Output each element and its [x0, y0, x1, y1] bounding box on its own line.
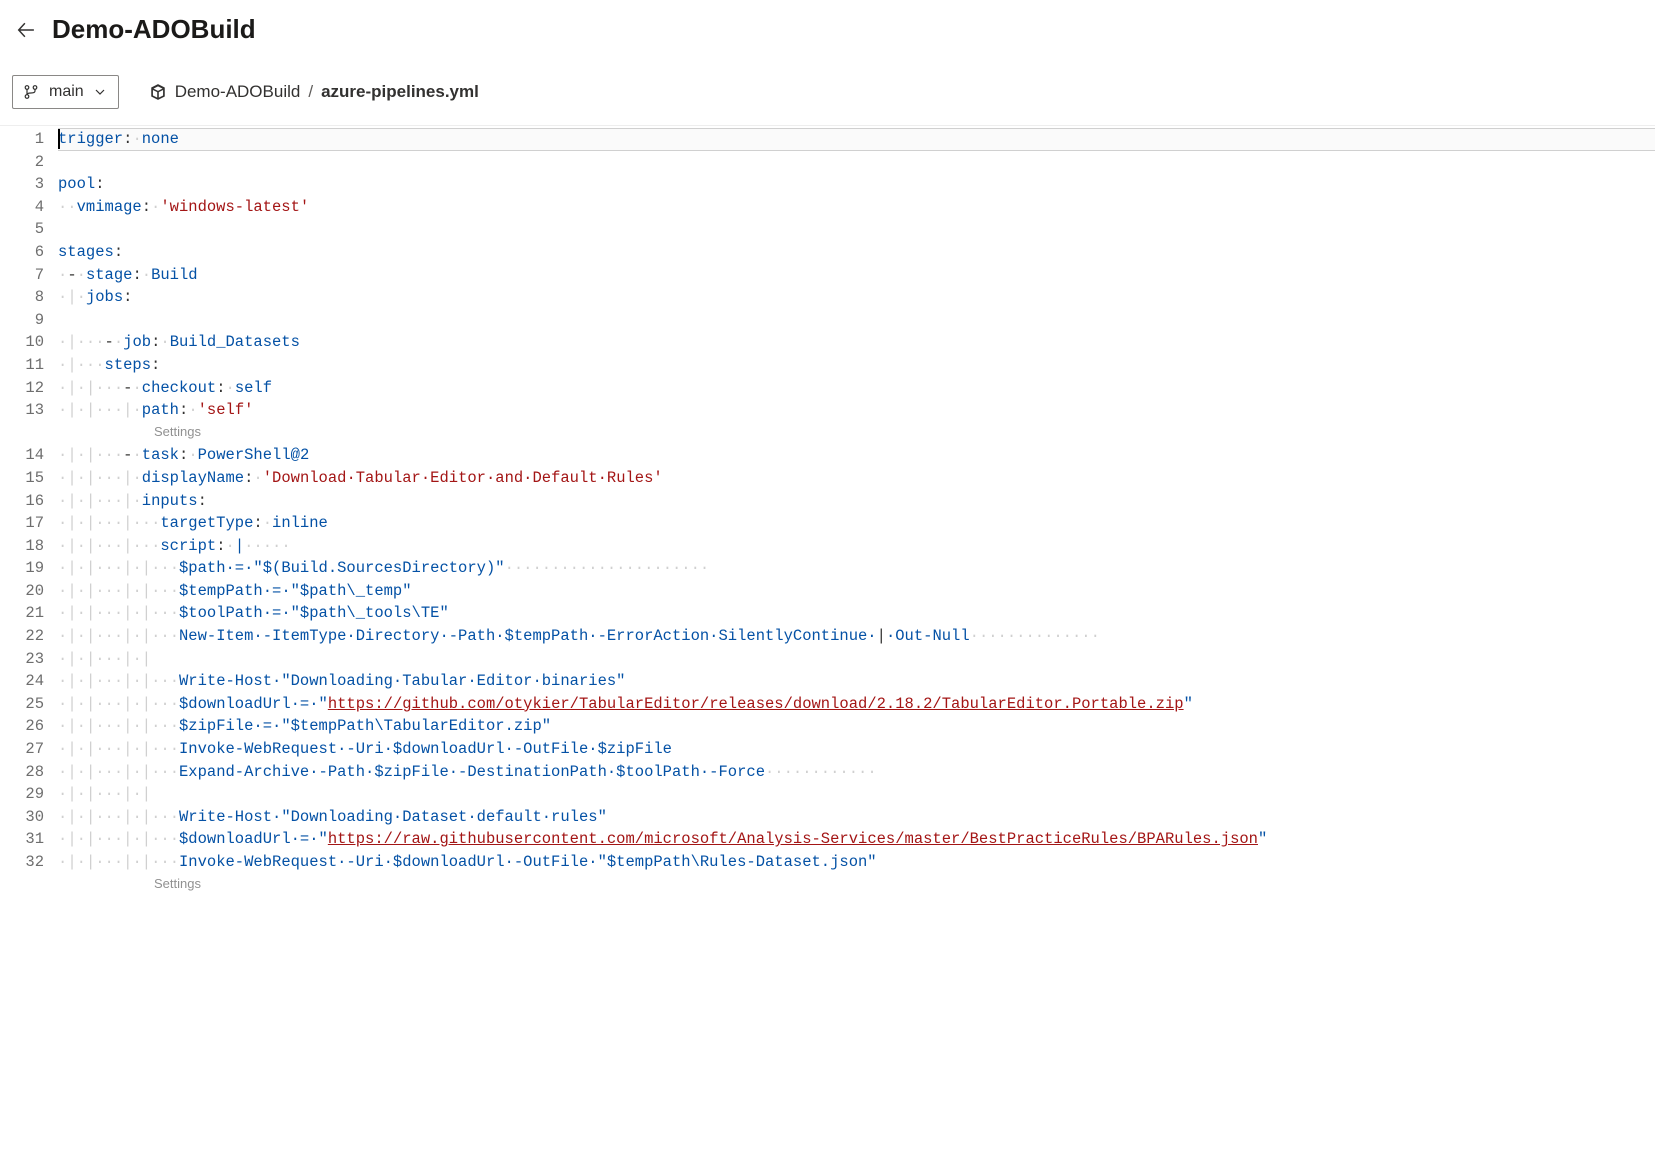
breadcrumb-separator: /	[308, 82, 313, 102]
line-number: 14	[0, 444, 44, 467]
code-line[interactable]: ·|·|···|·|	[58, 783, 1655, 806]
line-number: 3	[0, 173, 44, 196]
line-number: 26	[0, 715, 44, 738]
line-number: 15	[0, 467, 44, 490]
code-line[interactable]: ·|·|···|·|···Invoke-WebRequest·-Uri·$dow…	[58, 738, 1655, 761]
chevron-down-icon	[94, 86, 106, 98]
repo-icon	[149, 83, 167, 101]
line-number: 4	[0, 196, 44, 219]
line-number-gutter: 1234567891011121314151617181920212223242…	[0, 126, 58, 896]
code-line[interactable]: ·|·|···-·task:·PowerShell@2	[58, 444, 1655, 467]
line-number: 27	[0, 738, 44, 761]
code-editor[interactable]: 1234567891011121314151617181920212223242…	[0, 126, 1655, 896]
code-line[interactable]	[58, 218, 1655, 241]
code-line[interactable]: ··vmimage:·'windows-latest'	[58, 196, 1655, 219]
branch-icon	[23, 84, 39, 100]
code-line[interactable]: ·|·|···|···script:·|·····	[58, 535, 1655, 558]
code-line[interactable]: ·|·|···|·|···$path·=·"$(Build.SourcesDir…	[58, 557, 1655, 580]
code-line[interactable]: ·|·|···|·|···$tempPath·=·"$path\_temp"	[58, 580, 1655, 603]
back-button[interactable]	[14, 18, 38, 42]
line-number: 1	[0, 128, 44, 151]
text-cursor	[58, 129, 60, 149]
code-line[interactable]: ·|···steps:	[58, 354, 1655, 377]
page-title: Demo-ADOBuild	[52, 14, 256, 45]
line-number: 6	[0, 241, 44, 264]
breadcrumb-file: azure-pipelines.yml	[321, 82, 479, 102]
code-line[interactable]: ·|···-·job:·Build_Datasets	[58, 331, 1655, 354]
code-line[interactable]	[58, 309, 1655, 332]
code-line[interactable]: ·|·|···|·|···Expand-Archive·-Path·$zipFi…	[58, 761, 1655, 784]
line-number: 32	[0, 851, 44, 874]
line-number: 11	[0, 354, 44, 377]
line-number: 17	[0, 512, 44, 535]
branch-selector[interactable]: main	[12, 75, 119, 109]
line-number: 19	[0, 557, 44, 580]
code-line[interactable]: ·|·|···|·inputs:	[58, 490, 1655, 513]
branch-name: main	[49, 83, 84, 101]
code-line[interactable]: ·|·|···|·|···$zipFile·=·"$tempPath\Tabul…	[58, 715, 1655, 738]
code-line[interactable]: ·|·|···|·displayName:·'Download·Tabular·…	[58, 467, 1655, 490]
code-line[interactable]: ·|·|···|·|	[58, 648, 1655, 671]
line-number: 13	[0, 399, 44, 422]
code-line[interactable]: ·|·|···-·checkout:·self	[58, 377, 1655, 400]
line-number: 31	[0, 828, 44, 851]
line-number: 22	[0, 625, 44, 648]
code-line[interactable]: ·|·|···|·|···$downloadUrl·=·"https://git…	[58, 693, 1655, 716]
line-number: 24	[0, 670, 44, 693]
toolbar: main Demo-ADOBuild / azure-pipelines.yml	[0, 59, 1655, 126]
line-number: 28	[0, 761, 44, 784]
breadcrumb-repo[interactable]: Demo-ADOBuild	[175, 82, 301, 102]
line-number: 23	[0, 648, 44, 671]
line-number: 30	[0, 806, 44, 829]
code-line[interactable]	[58, 151, 1655, 174]
line-number: 10	[0, 331, 44, 354]
line-number: 21	[0, 602, 44, 625]
code-line[interactable]: ·|·|···|·|···$toolPath·=·"$path\_tools\T…	[58, 602, 1655, 625]
code-line[interactable]: ·|·|···|·|···$downloadUrl·=·"https://raw…	[58, 828, 1655, 851]
line-number: 9	[0, 309, 44, 332]
code-line[interactable]: trigger:·none	[58, 128, 1655, 151]
line-number: 16	[0, 490, 44, 513]
line-number: 25	[0, 693, 44, 716]
arrow-left-icon	[17, 21, 35, 39]
page-header: Demo-ADOBuild	[0, 0, 1655, 59]
line-number: 5	[0, 218, 44, 241]
line-number: 7	[0, 264, 44, 287]
code-line[interactable]: ·|·|···|·|···Write-Host·"Downloading·Tab…	[58, 670, 1655, 693]
code-line[interactable]: ·-·stage:·Build	[58, 264, 1655, 287]
code-line[interactable]: ·|·|···|···targetType:·inline	[58, 512, 1655, 535]
code-area[interactable]: trigger:·none pool:··vmimage:·'windows-la…	[58, 126, 1655, 896]
code-line[interactable]: ·|·jobs:	[58, 286, 1655, 309]
line-number: 8	[0, 286, 44, 309]
code-line[interactable]: ·|·|···|·path:·'self'	[58, 399, 1655, 422]
code-line[interactable]: ·|·|···|·|···Invoke-WebRequest·-Uri·$dow…	[58, 851, 1655, 874]
line-number: 20	[0, 580, 44, 603]
line-number: 29	[0, 783, 44, 806]
line-number: 12	[0, 377, 44, 400]
code-line[interactable]: stages:	[58, 241, 1655, 264]
code-line[interactable]: ·|·|···|·|···New-Item·-ItemType·Director…	[58, 625, 1655, 648]
line-number: 2	[0, 151, 44, 174]
line-number: 18	[0, 535, 44, 558]
breadcrumb: Demo-ADOBuild / azure-pipelines.yml	[149, 82, 479, 102]
code-line[interactable]: ·|·|···|·|···Write-Host·"Downloading·Dat…	[58, 806, 1655, 829]
code-line[interactable]: pool:	[58, 173, 1655, 196]
